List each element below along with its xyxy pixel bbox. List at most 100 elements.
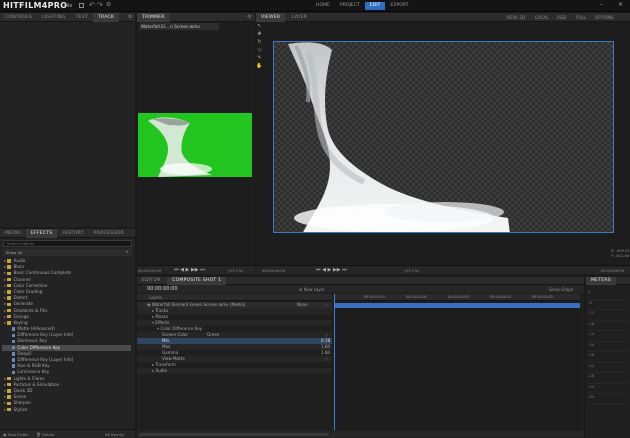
viewer-timecode: 00:00:00:00 <box>262 268 286 273</box>
folder-icon <box>7 401 12 405</box>
effects-panel: MEDIA EFFECTS HISTORY PROCESSOR Search Effe… <box>0 229 135 438</box>
nav-export[interactable]: EXPORT <box>385 2 413 10</box>
folder-icon <box>7 284 12 288</box>
effect-tree-label: Particles & Simulation <box>13 381 60 387</box>
controls-panel: CONTROLS LIGHTING TEXT TRACK ⚙ <box>0 13 135 227</box>
effect-tree-label: Audio <box>13 258 26 263</box>
settings-icon[interactable]: ⚙ <box>106 1 111 8</box>
timeline-tabs: EDITOR COMPOSITE SHOT 1 <box>137 277 584 285</box>
view-mode-select[interactable]: VIEW: 2D <box>506 15 525 20</box>
tab-viewer[interactable]: VIEWER <box>256 13 286 22</box>
layer-row-label: Screen Color <box>162 332 189 337</box>
timeline-ruler[interactable]: 00:00:01:00 00:00:02:00 00:00:03:00 00:00:0… <box>334 294 580 301</box>
layers-header-label: Layers <box>149 295 163 300</box>
redo-icon[interactable]: ↷ <box>97 1 103 9</box>
main-navigation: HOME PROJECT EDIT EXPORT <box>311 2 414 10</box>
trimmer-clip-name[interactable]: Waterfall El... n Screen.wmv <box>139 23 219 30</box>
tab-track[interactable]: TRACK <box>93 13 120 22</box>
tab-history[interactable]: HISTORY <box>57 229 88 238</box>
chevron-down-icon: ▾ <box>126 249 129 254</box>
undo-icon[interactable]: ↶ <box>89 1 95 9</box>
viewer-canvas[interactable] <box>273 41 614 233</box>
folder-icon <box>7 259 12 263</box>
app-logo: HITFILM4PRO <box>3 1 68 10</box>
coord-x: X: -909.21 <box>611 249 630 253</box>
layer-row-label: Audio <box>155 368 167 373</box>
new-layer-label: New Layer <box>303 286 325 292</box>
space-select[interactable]: LOCAL <box>535 15 549 20</box>
tab-trimmer[interactable]: TRIMMER <box>137 13 170 22</box>
viewer-panel: VIEWER LAYER VIEW: 2D LOCAL RGB FULL OPT… <box>256 13 630 275</box>
file-menu[interactable]: File <box>64 3 72 9</box>
effect-tree-label: Difference Key [Layer Info] <box>17 332 74 338</box>
timeline-scrollbar[interactable] <box>137 431 584 437</box>
effect-icon <box>12 333 16 337</box>
pen-tool-icon[interactable]: ✎ <box>256 55 263 63</box>
tab-controls[interactable]: CONTROLS <box>0 13 37 22</box>
meter-tick: -36 <box>588 352 628 363</box>
meter-scale: 0 -6 -12 -18 -24 -30 -36 -42 -48 -54 -60 <box>588 289 628 405</box>
effect-tree-label: Luminance Key <box>17 369 50 375</box>
viewer-zoom[interactable]: (37.1%) <box>404 268 419 273</box>
new-folder-button[interactable]: ▣ New Folder <box>3 432 29 437</box>
nav-home[interactable]: HOME <box>311 2 335 10</box>
channel-select[interactable]: RGB <box>557 15 566 20</box>
quality-select[interactable]: FULL <box>576 15 586 20</box>
layer-row-label: Tracks <box>155 308 169 313</box>
folder-icon <box>7 376 12 381</box>
delete-button[interactable]: 🗑 Delete <box>36 432 55 437</box>
nav-edit[interactable]: EDIT <box>364 2 386 10</box>
layer-row-label: Color Difference Key <box>160 326 203 331</box>
options-menu[interactable]: OPTIONS <box>595 15 614 20</box>
tab-composite-shot[interactable]: COMPOSITE SHOT 1 <box>167 277 227 285</box>
effects-tabs: MEDIA EFFECTS HISTORY PROCESSOR <box>0 229 135 238</box>
tab-media[interactable]: MEDIA <box>0 229 26 238</box>
effect-tree-label: Channel <box>13 276 31 282</box>
tab-effects[interactable]: EFFECTS <box>25 229 58 238</box>
close-icon[interactable]: ✕ <box>618 1 623 8</box>
folder-icon <box>7 290 12 294</box>
minimize-icon[interactable]: – <box>600 1 603 8</box>
tab-layer[interactable]: LAYER <box>287 13 312 22</box>
trimmer-transport: 00:00:00:00 ⏮ ◀ ▶ ▶▶ ⏭ (27.1%) <box>137 265 255 274</box>
layer-clip-bar[interactable] <box>334 303 580 308</box>
gear-icon[interactable]: ⚙ <box>247 14 251 20</box>
move-tool-icon[interactable]: ✥ <box>256 31 263 39</box>
nav-project[interactable]: PROJECT <box>335 2 365 10</box>
show-graph-button[interactable]: Show Graph <box>549 287 573 292</box>
select-tool-icon[interactable]: ↖ <box>256 23 263 31</box>
show-filter[interactable]: Show All ▾ <box>3 249 132 256</box>
folder-icon <box>7 302 12 306</box>
meter-tick: -24 <box>588 331 628 342</box>
new-layer-button[interactable]: ⊞ New Layer <box>299 287 325 292</box>
tab-text[interactable]: TEXT <box>71 13 93 22</box>
save-icon[interactable] <box>79 3 84 8</box>
effect-icon <box>12 352 16 356</box>
layer-row[interactable]: ▸ Audio <box>137 368 332 374</box>
trimmer-zoom[interactable]: (27.1%) <box>228 268 243 273</box>
effect-icon <box>12 364 16 368</box>
effect-tree-item[interactable]: ▸ Stylize <box>2 407 131 413</box>
rotate-tool-icon[interactable]: ↻ <box>256 39 263 47</box>
mask-tool-icon[interactable]: ◇ <box>256 47 263 55</box>
composite-timecode[interactable]: 00:00:00:00 <box>147 286 178 292</box>
meter-tick: -60 <box>588 394 628 405</box>
tab-meters[interactable]: METERS <box>586 277 616 285</box>
effect-icon <box>12 327 16 331</box>
hand-tool-icon[interactable]: ✋ <box>256 63 263 71</box>
meters-header: METERS <box>586 277 630 285</box>
panel-menu-icon[interactable]: ⚙ <box>128 14 132 20</box>
playhead[interactable] <box>334 294 335 430</box>
zoom-slider[interactable] <box>139 432 329 436</box>
play-button[interactable]: ⏮ ◀ ▶ ▶▶ ⏭ <box>174 267 205 273</box>
viewer-play-controls[interactable]: ⏮ ◀ ▶ ▶▶ ⏭ <box>316 267 347 273</box>
meter-tick: -12 <box>588 310 628 321</box>
viewer-transport: 00:00:00:00 ⏮ ◀ ▶ ▶▶ ⏭ (37.1%) 00:00:05:… <box>256 265 630 274</box>
effect-icon <box>12 358 16 362</box>
tab-editor[interactable]: EDITOR <box>137 277 166 285</box>
tab-processor[interactable]: PROCESSOR <box>89 229 129 238</box>
effect-tree-label: Distort <box>13 295 28 301</box>
effects-search-input[interactable]: Search Effects <box>3 240 132 247</box>
tab-lighting[interactable]: LIGHTING <box>37 13 71 22</box>
track-area[interactable] <box>334 294 580 430</box>
